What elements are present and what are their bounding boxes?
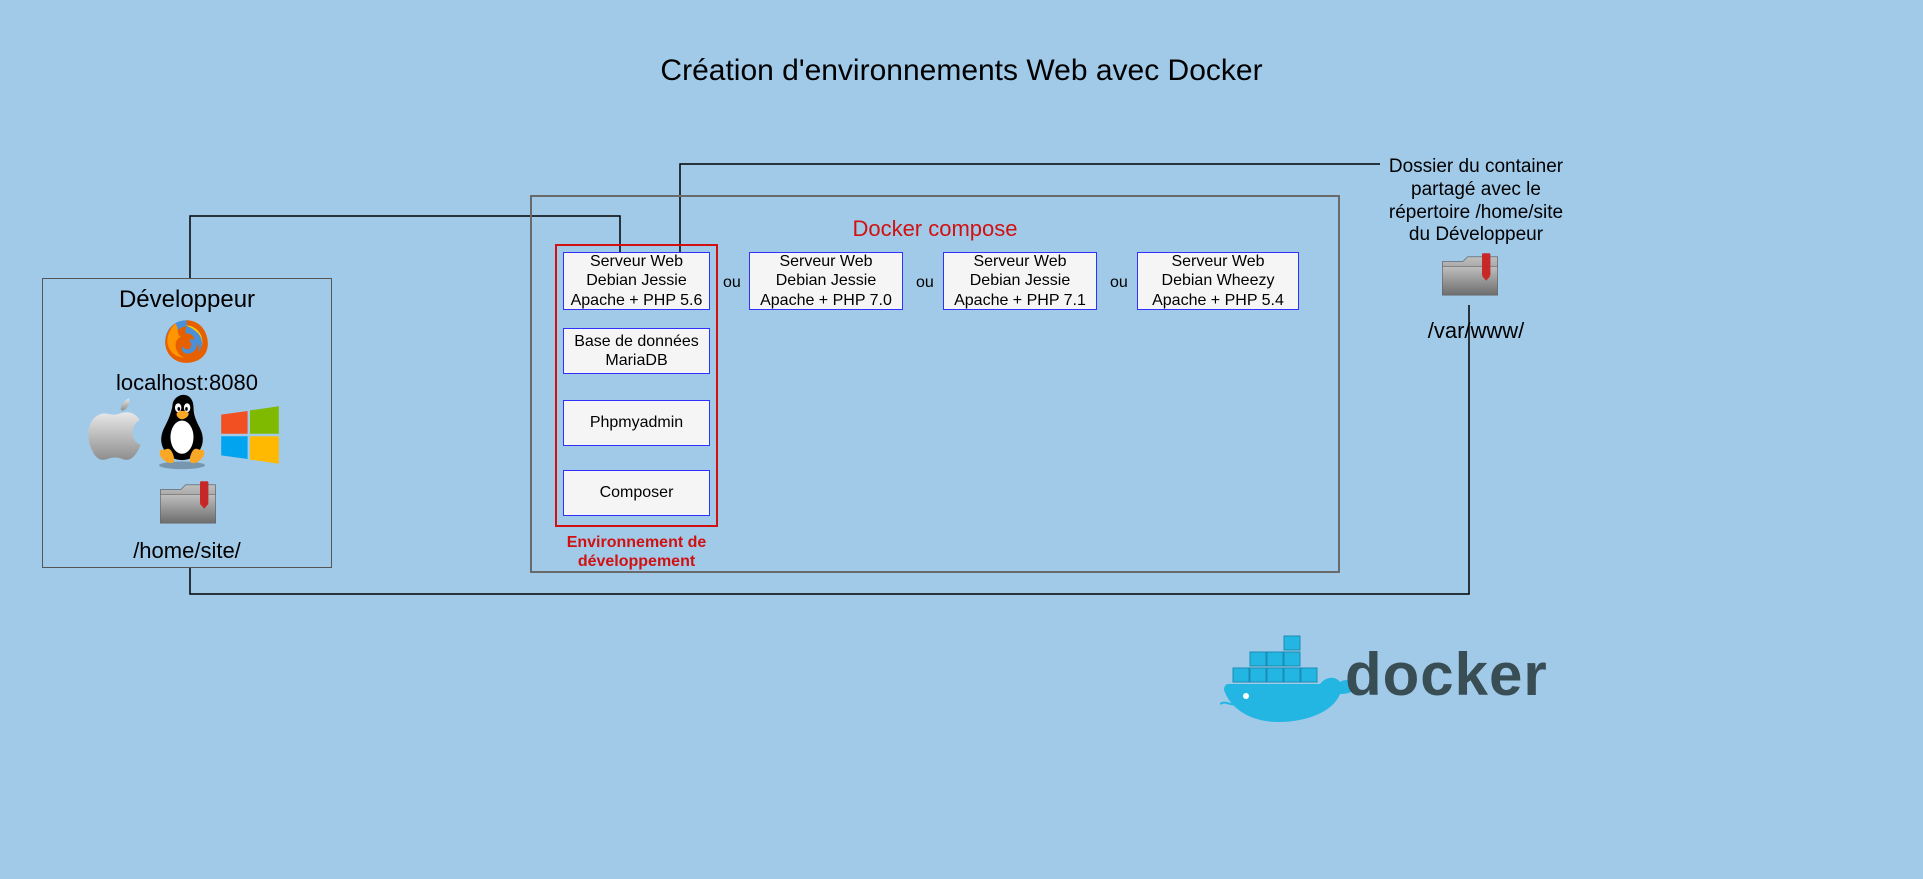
composer-label: Composer <box>600 483 674 502</box>
phpmyadmin-label: Phpmyadmin <box>590 413 683 432</box>
folder-icon <box>158 480 218 528</box>
linux-tux-icon <box>150 393 214 471</box>
share-caption: Dossier du container partagé avec le rép… <box>1376 156 1576 247</box>
share-l2: partagé avec le <box>1411 179 1541 200</box>
php54-l1: Serveur Web <box>1171 253 1264 270</box>
php70-l2: Debian Jessie <box>776 272 877 289</box>
php56-l3: Apache + PHP 5.6 <box>571 292 703 309</box>
folder-icon <box>1440 252 1500 300</box>
php54-l3: Apache + PHP 5.4 <box>1152 292 1284 309</box>
env-caption-l1: Environnement de <box>567 534 707 551</box>
service-composer: Composer <box>563 470 710 516</box>
var-www-label: /var/www/ <box>1376 318 1576 344</box>
env-caption-l2: développement <box>578 553 695 570</box>
mariadb-l2: MariaDB <box>605 352 667 369</box>
home-site-label: /home/site/ <box>42 538 332 564</box>
developer-heading: Développeur <box>42 286 332 314</box>
apple-icon <box>85 397 143 467</box>
windows-icon <box>220 405 280 465</box>
php70-l1: Serveur Web <box>779 253 872 270</box>
php56-l2: Debian Jessie <box>586 272 687 289</box>
or-1: ou <box>723 274 741 292</box>
php70-l3: Apache + PHP 7.0 <box>760 292 892 309</box>
docker-compose-title: Docker compose <box>530 216 1340 242</box>
env-dev-caption: Environnement de développement <box>555 533 718 571</box>
share-l3: répertoire /home/site <box>1389 202 1563 223</box>
php71-l1: Serveur Web <box>973 253 1066 270</box>
service-mariadb: Base de données MariaDB <box>563 328 710 374</box>
share-l1: Dossier du container <box>1389 156 1563 177</box>
docker-brand-text: docker <box>1345 640 1548 709</box>
service-php56: Serveur Web Debian Jessie Apache + PHP 5.6 <box>563 252 710 310</box>
php56-l1: Serveur Web <box>590 253 683 270</box>
php71-l3: Apache + PHP 7.1 <box>954 292 1086 309</box>
firefox-icon <box>160 315 212 367</box>
or-2: ou <box>916 274 934 292</box>
service-php71: Serveur Web Debian Jessie Apache + PHP 7.1 <box>943 252 1097 310</box>
or-3: ou <box>1110 274 1128 292</box>
mariadb-l1: Base de données <box>574 333 699 350</box>
php54-l2: Debian Wheezy <box>1162 272 1275 289</box>
share-l4: du Développeur <box>1409 224 1543 245</box>
service-php54: Serveur Web Debian Wheezy Apache + PHP 5.4 <box>1137 252 1299 310</box>
php71-l2: Debian Jessie <box>970 272 1071 289</box>
service-php70: Serveur Web Debian Jessie Apache + PHP 7.0 <box>749 252 903 310</box>
page-title: Création d'environnements Web avec Docke… <box>0 54 1923 88</box>
service-phpmyadmin: Phpmyadmin <box>563 400 710 446</box>
